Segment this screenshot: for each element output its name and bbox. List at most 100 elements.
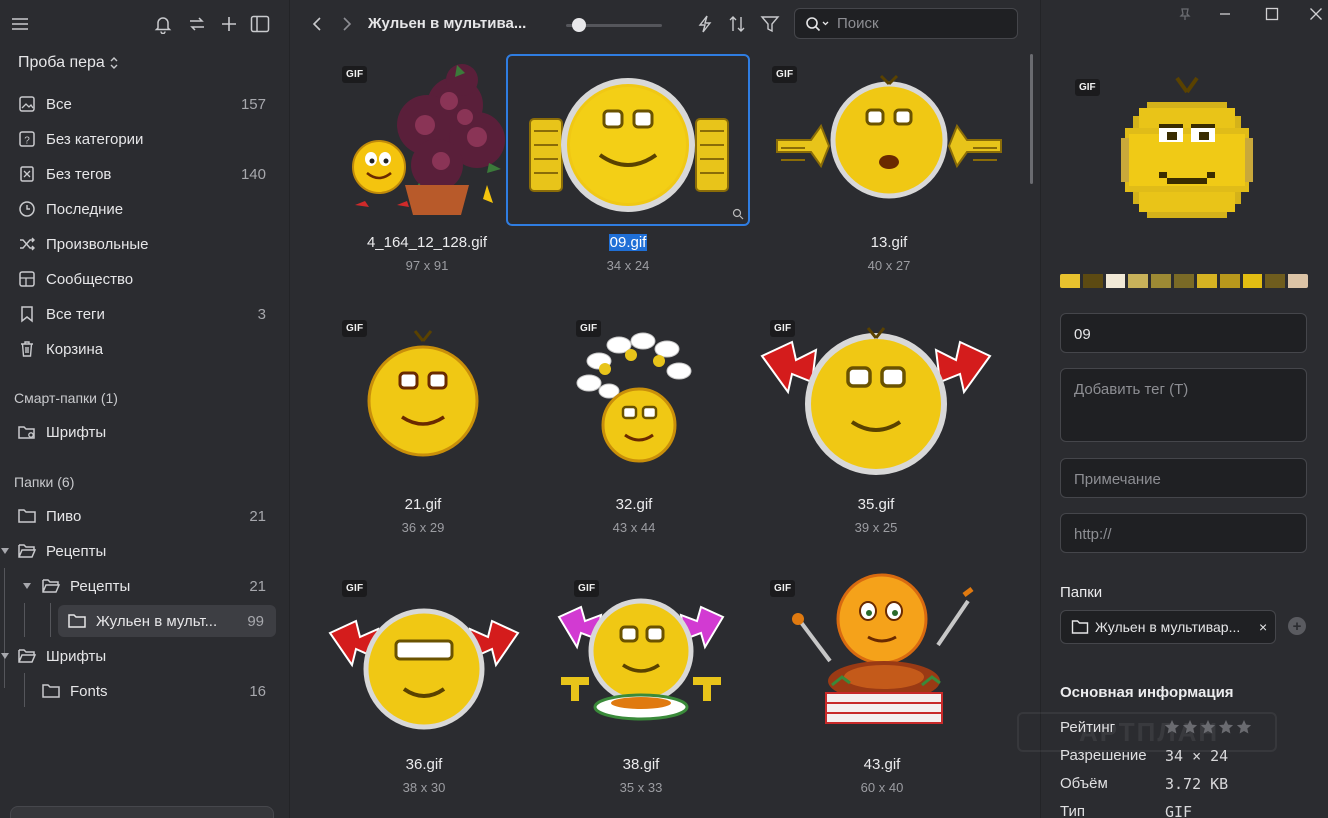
color-palette[interactable] bbox=[1060, 274, 1308, 288]
star-icon[interactable] bbox=[1236, 719, 1252, 735]
folder-recipes-sub[interactable]: Рецепты 21 bbox=[32, 570, 278, 602]
grid-item[interactable]: GIF 13.gif 40 x 27 bbox=[744, 54, 1034, 276]
gif-badge: GIF bbox=[342, 66, 368, 83]
nav-item-trash[interactable]: Корзина bbox=[8, 333, 278, 365]
menu-icon[interactable] bbox=[8, 12, 32, 36]
palette-swatch[interactable] bbox=[1196, 274, 1217, 288]
zoom-icon[interactable] bbox=[732, 208, 744, 220]
nav-item-all-tags[interactable]: Все теги 3 bbox=[8, 298, 278, 330]
rating-stars[interactable] bbox=[1164, 719, 1252, 735]
tag-input[interactable]: Добавить тег (T) bbox=[1060, 368, 1307, 442]
star-icon[interactable] bbox=[1218, 719, 1234, 735]
palette-swatch[interactable] bbox=[1219, 274, 1240, 288]
flash-icon[interactable] bbox=[694, 13, 716, 35]
star-icon[interactable] bbox=[1164, 719, 1180, 735]
folder-beer[interactable]: Пиво 21 bbox=[8, 500, 278, 532]
note-field[interactable]: Примечание bbox=[1060, 458, 1307, 498]
palette-swatch[interactable] bbox=[1082, 274, 1103, 288]
main-toolbar: Жульен в мультива... Поиск bbox=[290, 0, 1040, 48]
palette-swatch[interactable] bbox=[1265, 274, 1286, 288]
nav-count: 21 bbox=[249, 577, 266, 595]
nav-count: 16 bbox=[249, 682, 266, 700]
nav-item-recent[interactable]: Последние bbox=[8, 193, 278, 225]
nav-label: Последние bbox=[46, 200, 124, 218]
folder-fonts[interactable]: Шрифты bbox=[8, 640, 278, 672]
palette-swatch[interactable] bbox=[1105, 274, 1126, 288]
filter-icon[interactable] bbox=[759, 13, 781, 35]
smart-folder-fonts[interactable]: Шрифты bbox=[8, 416, 278, 448]
nav-label: Без тегов bbox=[46, 165, 112, 183]
name-field[interactable]: 09 bbox=[1060, 313, 1307, 353]
grid-item[interactable]: GIF 35.gif 39 x 25 bbox=[742, 308, 1010, 538]
caret-down-icon[interactable] bbox=[22, 581, 32, 591]
thumbnail[interactable] bbox=[506, 54, 750, 226]
maximize-icon[interactable] bbox=[1262, 4, 1282, 24]
preview-image[interactable] bbox=[1119, 68, 1255, 228]
breadcrumb[interactable]: Жульен в мультива... bbox=[368, 15, 526, 32]
nav-label: Все bbox=[46, 95, 72, 113]
size-row: Объём 3.72 KB bbox=[1060, 775, 1310, 797]
palette-swatch[interactable] bbox=[1128, 274, 1149, 288]
gif-badge: GIF bbox=[574, 580, 600, 597]
add-folder-button[interactable]: + bbox=[1288, 617, 1306, 635]
type-label: Тип bbox=[1060, 803, 1086, 818]
thumbnail-size-slider[interactable] bbox=[566, 18, 662, 32]
nav-label: Жульен в мульт... bbox=[96, 612, 218, 630]
url-field[interactable]: http:// bbox=[1060, 513, 1307, 553]
nav-item-random[interactable]: Произвольные bbox=[8, 228, 278, 260]
smart-folder-icon bbox=[16, 421, 38, 443]
sidebar-filter-input[interactable] bbox=[10, 806, 274, 818]
folder-recipes[interactable]: Рецепты bbox=[8, 535, 278, 567]
star-icon[interactable] bbox=[1182, 719, 1198, 735]
sync-icon[interactable] bbox=[185, 12, 209, 36]
gif-badge: GIF bbox=[770, 320, 796, 337]
nav-item-uncategorized[interactable]: ? Без категории bbox=[8, 123, 278, 155]
grid-item-selected[interactable]: 09.gif 34 x 24 bbox=[506, 54, 750, 276]
grid-item[interactable]: GIF 21.gif 36 x 29 bbox=[314, 308, 532, 538]
slider-knob[interactable] bbox=[572, 18, 586, 32]
gif-badge: GIF bbox=[770, 580, 796, 597]
smart-folders-title[interactable]: Смарт-папки (1) bbox=[14, 390, 118, 406]
nav-item-untagged[interactable]: Без тегов 140 bbox=[8, 158, 278, 190]
tree-guide bbox=[24, 603, 25, 637]
close-icon[interactable] bbox=[1306, 4, 1326, 24]
grid-item[interactable]: GIF 36.gif 38 x 30 bbox=[314, 568, 534, 798]
minimize-icon[interactable] bbox=[1215, 4, 1235, 24]
palette-swatch[interactable] bbox=[1242, 274, 1263, 288]
file-name: 21.gif bbox=[314, 496, 532, 513]
grid-item[interactable]: GIF 43.gif 60 x 40 bbox=[742, 568, 1022, 798]
palette-swatch[interactable] bbox=[1151, 274, 1172, 288]
palette-swatch[interactable] bbox=[1060, 274, 1080, 288]
grid-item[interactable]: GIF 38.gif 35 x 33 bbox=[546, 568, 736, 798]
library-switcher[interactable]: Проба пера bbox=[18, 54, 119, 72]
grid-item[interactable]: GIF 32.gif 43 x 44 bbox=[548, 308, 720, 538]
pin-icon[interactable] bbox=[1175, 4, 1195, 24]
forward-icon[interactable] bbox=[336, 13, 358, 35]
file-name: 43.gif bbox=[742, 756, 1022, 773]
waving-smiley-image bbox=[776, 74, 1002, 199]
file-name-text: 38.gif bbox=[622, 756, 660, 773]
folder-fonts-sub[interactable]: Fonts 16 bbox=[32, 675, 278, 707]
palette-swatch[interactable] bbox=[1174, 274, 1194, 288]
thumbnail[interactable] bbox=[548, 308, 720, 484]
remove-folder-icon[interactable]: × bbox=[1259, 619, 1267, 635]
search-input[interactable]: Поиск bbox=[837, 15, 879, 32]
folder-chip[interactable]: Жульен в мультивар... × bbox=[1060, 610, 1276, 644]
file-name: 35.gif bbox=[742, 496, 1010, 513]
bows-glasses-smiley-image bbox=[328, 608, 520, 730]
back-icon[interactable] bbox=[306, 13, 328, 35]
folder-julienne[interactable]: Жульен в мульт... 99 bbox=[58, 605, 276, 637]
folders-title[interactable]: Папки (6) bbox=[14, 474, 74, 490]
feast-smiley-image bbox=[792, 573, 974, 724]
star-icon[interactable] bbox=[1200, 719, 1216, 735]
nav-item-all[interactable]: Все 157 bbox=[8, 88, 278, 120]
nav-item-community[interactable]: Сообщество bbox=[8, 263, 278, 295]
search-box[interactable]: Поиск bbox=[794, 8, 1018, 39]
palette-swatch[interactable] bbox=[1288, 274, 1308, 288]
panel-toggle-icon[interactable] bbox=[248, 12, 272, 36]
sort-icon[interactable] bbox=[726, 13, 748, 35]
nav-label: Сообщество bbox=[46, 270, 134, 288]
bell-icon[interactable] bbox=[151, 12, 175, 36]
add-icon[interactable] bbox=[217, 12, 241, 36]
rating-row: Рейтинг bbox=[1060, 719, 1310, 741]
